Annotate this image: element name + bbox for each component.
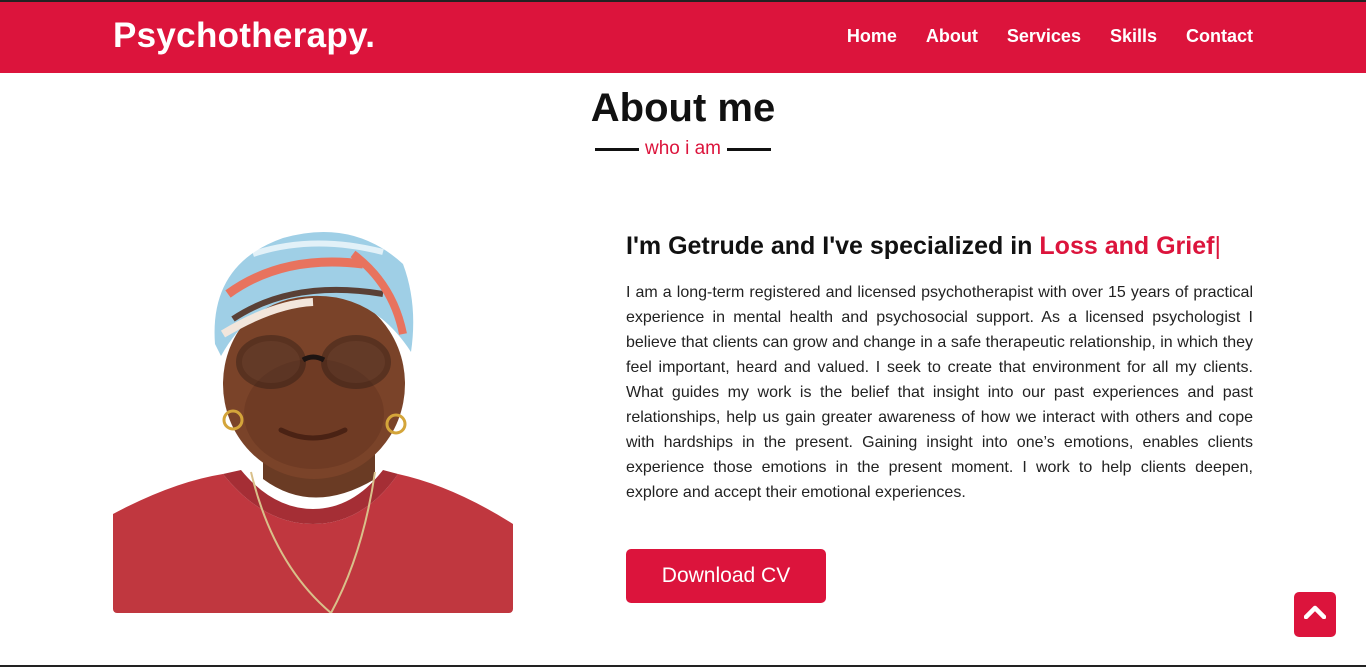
profile-photo xyxy=(113,224,513,613)
subtitle-divider-left xyxy=(594,147,639,151)
nav-menu: Home About Services Skills Contact xyxy=(847,26,1253,47)
page: Psychotherapy. Home About Services Skill… xyxy=(0,0,1366,667)
bio-paragraph: I am a long-term registered and licensed… xyxy=(626,284,1253,501)
scroll-to-top-button[interactable] xyxy=(1294,592,1336,637)
specialty-text: Loss and Grief xyxy=(1039,232,1215,260)
chevron-up-icon xyxy=(1303,605,1327,624)
section-subtitle-row: who i am xyxy=(0,138,1366,160)
nav-link-services[interactable]: Services xyxy=(1007,26,1081,47)
nav-link-home[interactable]: Home xyxy=(847,26,897,47)
section-subtitle: who i am xyxy=(644,138,722,159)
nav-link-about[interactable]: About xyxy=(926,26,978,47)
typing-caret: | xyxy=(1214,232,1221,260)
intro-heading: I'm Getrude and I've specialized in Loss… xyxy=(626,232,1266,261)
navbar: Psychotherapy. Home About Services Skill… xyxy=(0,2,1366,73)
site-logo[interactable]: Psychotherapy. xyxy=(113,16,375,56)
download-cv-button[interactable]: Download CV xyxy=(626,549,826,603)
section-title: About me xyxy=(590,86,776,130)
nav-link-contact[interactable]: Contact xyxy=(1186,26,1253,47)
intro-heading-text: I'm Getrude and I've specialized in xyxy=(626,232,1040,260)
nav-link-skills[interactable]: Skills xyxy=(1110,26,1157,47)
subtitle-divider-right xyxy=(727,147,772,151)
